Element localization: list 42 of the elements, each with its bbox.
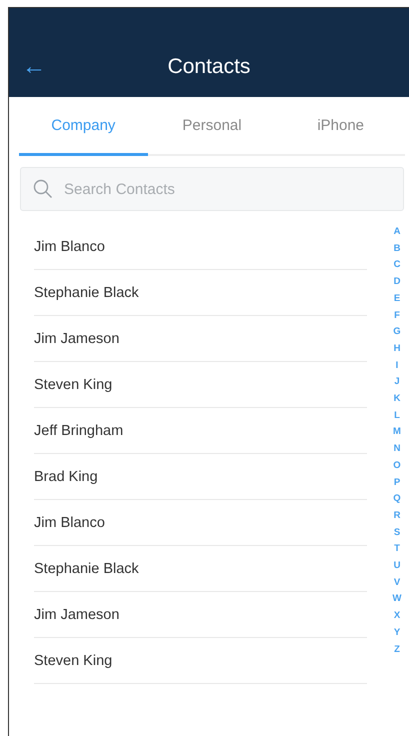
index-letter[interactable]: U [394,558,400,575]
index-letter[interactable]: X [394,608,400,625]
index-letter[interactable]: G [393,324,401,341]
index-letter[interactable]: K [394,391,400,408]
index-letter[interactable]: W [392,591,402,608]
index-letter[interactable]: N [394,441,400,458]
index-letter[interactable]: D [394,274,400,291]
index-letter[interactable]: M [393,424,401,442]
index-letter[interactable]: H [394,340,400,358]
tab[interactable]: iPhone [276,97,406,156]
contact-name[interactable]: Steven King [34,652,112,668]
contact-name[interactable]: Stephanie Black [34,560,139,576]
tab[interactable]: Company [19,97,148,156]
index-letter[interactable]: V [394,574,400,592]
index-letter[interactable]: R [394,508,400,525]
contact-name[interactable]: Jeff Bringham [34,422,124,438]
index-letter[interactable]: J [394,374,400,392]
index-letter[interactable]: A [394,224,400,241]
header-title: Contacts [168,55,250,78]
tab[interactable]: Personal [148,97,276,156]
index-letter[interactable]: P [394,474,400,492]
index-letter[interactable]: C [394,257,400,274]
index-letter[interactable]: Q [393,491,401,508]
contact-name[interactable]: Jim Jameson [34,606,120,622]
index-letter[interactable]: L [394,408,400,424]
contact-name[interactable]: Jim Blanco [34,514,105,530]
index-letter[interactable]: B [394,240,400,258]
index-letter[interactable]: I [396,358,398,374]
index-letter[interactable]: S [394,524,400,542]
index-letter[interactable]: F [394,308,400,324]
contact-name[interactable]: Stephanie Black [34,284,139,300]
contact-name[interactable]: Jim Jameson [34,330,120,346]
index-letter[interactable]: Y [394,624,400,642]
index-letter[interactable]: O [393,458,401,475]
index-letter[interactable]: Z [394,642,400,658]
back-button[interactable]: ← [22,55,46,79]
index-letter[interactable]: E [394,290,400,308]
index-letter[interactable]: T [394,541,400,558]
contact-name[interactable]: Brad King [34,468,98,484]
search-field[interactable]: Search Contacts [20,167,404,211]
contact-name[interactable]: Steven King [34,376,112,392]
contact-name[interactable]: Jim Blanco [34,238,105,254]
